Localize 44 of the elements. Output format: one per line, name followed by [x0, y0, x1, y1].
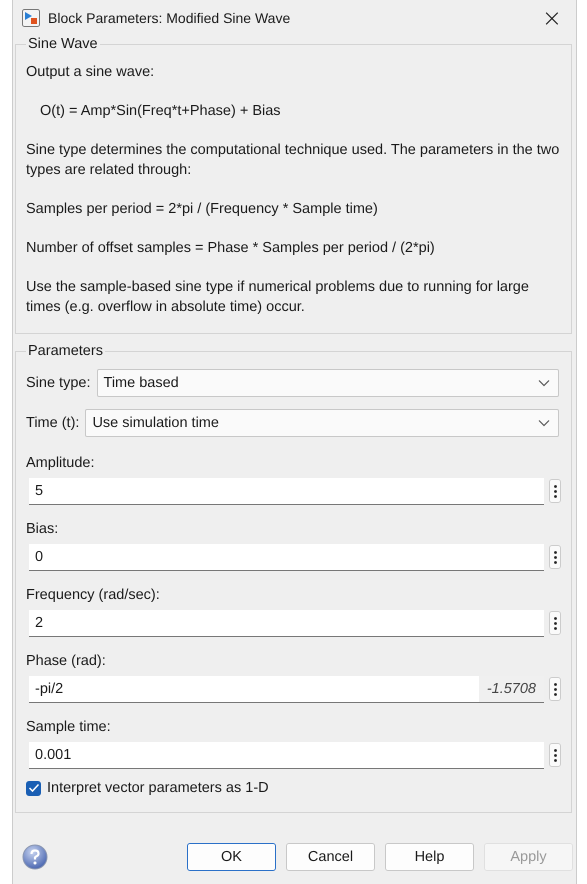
input-field[interactable]: 2 — [29, 610, 544, 636]
more-options-button[interactable] — [549, 743, 561, 767]
evaluated-value: -1.5708 — [478, 676, 544, 702]
vertical-dots-icon — [554, 484, 556, 498]
dialog-button[interactable]: Help — [385, 843, 474, 871]
window-title: Block Parameters: Modified Sine Wave — [48, 10, 292, 26]
input-field[interactable]: -pi/2 -1.5708 — [29, 676, 544, 702]
checkbox-label: Interpret vector parameters as 1-D — [47, 780, 269, 796]
description-text: Samples per period = 2*pi / (Frequency * Sample time) — [26, 200, 379, 219]
dropdown[interactable]: Use simulation time — [85, 409, 559, 437]
dialog-button[interactable]: OK — [187, 843, 276, 871]
description-text: Sine type determines the computational technique used. The parameters in the two types are related through: — [26, 141, 560, 180]
description-text: Output a sine wave: — [26, 63, 156, 82]
group-legend: Sine Wave — [26, 36, 100, 52]
input-field[interactable]: 0.001 — [29, 742, 544, 768]
field-label: Time (t): — [26, 415, 80, 431]
input-field[interactable]: 0 — [29, 544, 544, 570]
field-label: Bias: — [26, 520, 60, 539]
chevron-down-icon — [538, 419, 550, 427]
checkbox[interactable] — [26, 780, 41, 796]
vertical-dots-icon — [554, 550, 556, 564]
formula-text: O(t) = Amp*Sin(Freq*t+Phase) + Bias — [40, 102, 282, 121]
vertical-dots-icon — [554, 748, 556, 762]
input-field[interactable]: 5 — [29, 478, 544, 504]
vertical-dots-icon — [554, 682, 556, 696]
field-label: Sine type: — [26, 375, 90, 391]
chevron-down-icon — [538, 379, 550, 387]
field-label: Phase (rad): — [26, 652, 107, 671]
more-options-button[interactable] — [549, 545, 561, 569]
field-label: Amplitude: — [26, 454, 96, 473]
field-label: Sample time: — [26, 718, 112, 737]
description-text: Use the sample-based sine type if numerical problems due to running for large times (e.g. overflow in absolute time) occur. — [26, 278, 530, 317]
dialog-button[interactable]: Cancel — [286, 843, 375, 871]
help-icon[interactable] — [22, 844, 48, 870]
dropdown[interactable]: Time based — [96, 369, 559, 397]
more-options-button[interactable] — [549, 677, 561, 701]
field-label: Frequency (rad/sec): — [26, 586, 161, 605]
close-button[interactable]: × — [536, 6, 568, 30]
vertical-dots-icon — [554, 616, 556, 630]
block-icon — [22, 9, 40, 27]
more-options-button[interactable] — [549, 611, 561, 635]
more-options-button[interactable] — [549, 479, 561, 503]
description-text: Number of offset samples = Phase * Samples per period / (2*pi) — [26, 239, 436, 258]
group-legend: Parameters — [26, 343, 105, 359]
